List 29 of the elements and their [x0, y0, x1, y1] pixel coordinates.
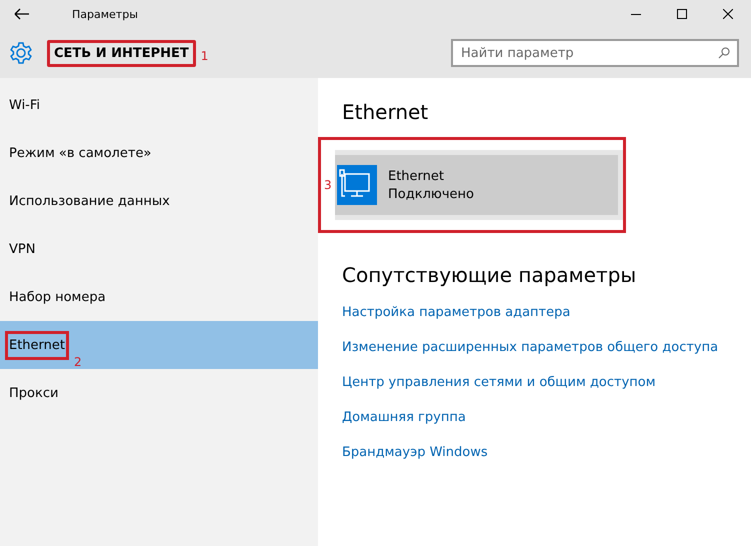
close-icon [723, 9, 733, 19]
settings-link[interactable]: Центр управления сетями и общим доступом [342, 375, 751, 390]
settings-link[interactable]: Домашняя группа [342, 410, 751, 425]
settings-link[interactable]: Брандмауэр Windows [342, 445, 751, 460]
connection-status: Подключено [388, 186, 474, 202]
search-icon [718, 47, 730, 59]
sidebar-item[interactable]: Ethernet 2 [0, 321, 318, 369]
section-heading: Сопутствующие параметры [342, 263, 638, 287]
settings-link[interactable]: Настройка параметров адаптера [342, 305, 751, 320]
maximize-icon [677, 9, 687, 19]
section-heading: Ethernet [342, 100, 430, 124]
sidebar-item[interactable]: Использование данных [0, 177, 318, 225]
connection-card[interactable]: Ethernet Подключено [335, 150, 623, 220]
annotation-number: 1 [200, 49, 208, 63]
page-heading: СЕТЬ И ИНТЕРНЕТ [47, 40, 196, 66]
connection-name: Ethernet [388, 168, 445, 184]
sidebar-item[interactable]: Прокси [0, 369, 318, 417]
sidebar-item[interactable]: VPN [0, 225, 318, 273]
window-title: Параметры [72, 8, 139, 20]
sidebar-item[interactable]: Набор номера [0, 273, 318, 321]
settings-link[interactable]: Изменение расширенных параметров общего доступа [342, 340, 751, 355]
back-arrow-icon[interactable] [14, 8, 30, 20]
annotation-number: 2 [74, 355, 82, 369]
annotation-number: 3 [324, 178, 332, 192]
sidebar-item[interactable]: Wi-Fi [0, 81, 318, 129]
settings-icon [9, 41, 33, 65]
search-field[interactable]: Найти параметр [451, 39, 739, 67]
monitor-icon [337, 165, 377, 205]
sidebar-item[interactable]: Режим «в самолете» [0, 129, 318, 177]
